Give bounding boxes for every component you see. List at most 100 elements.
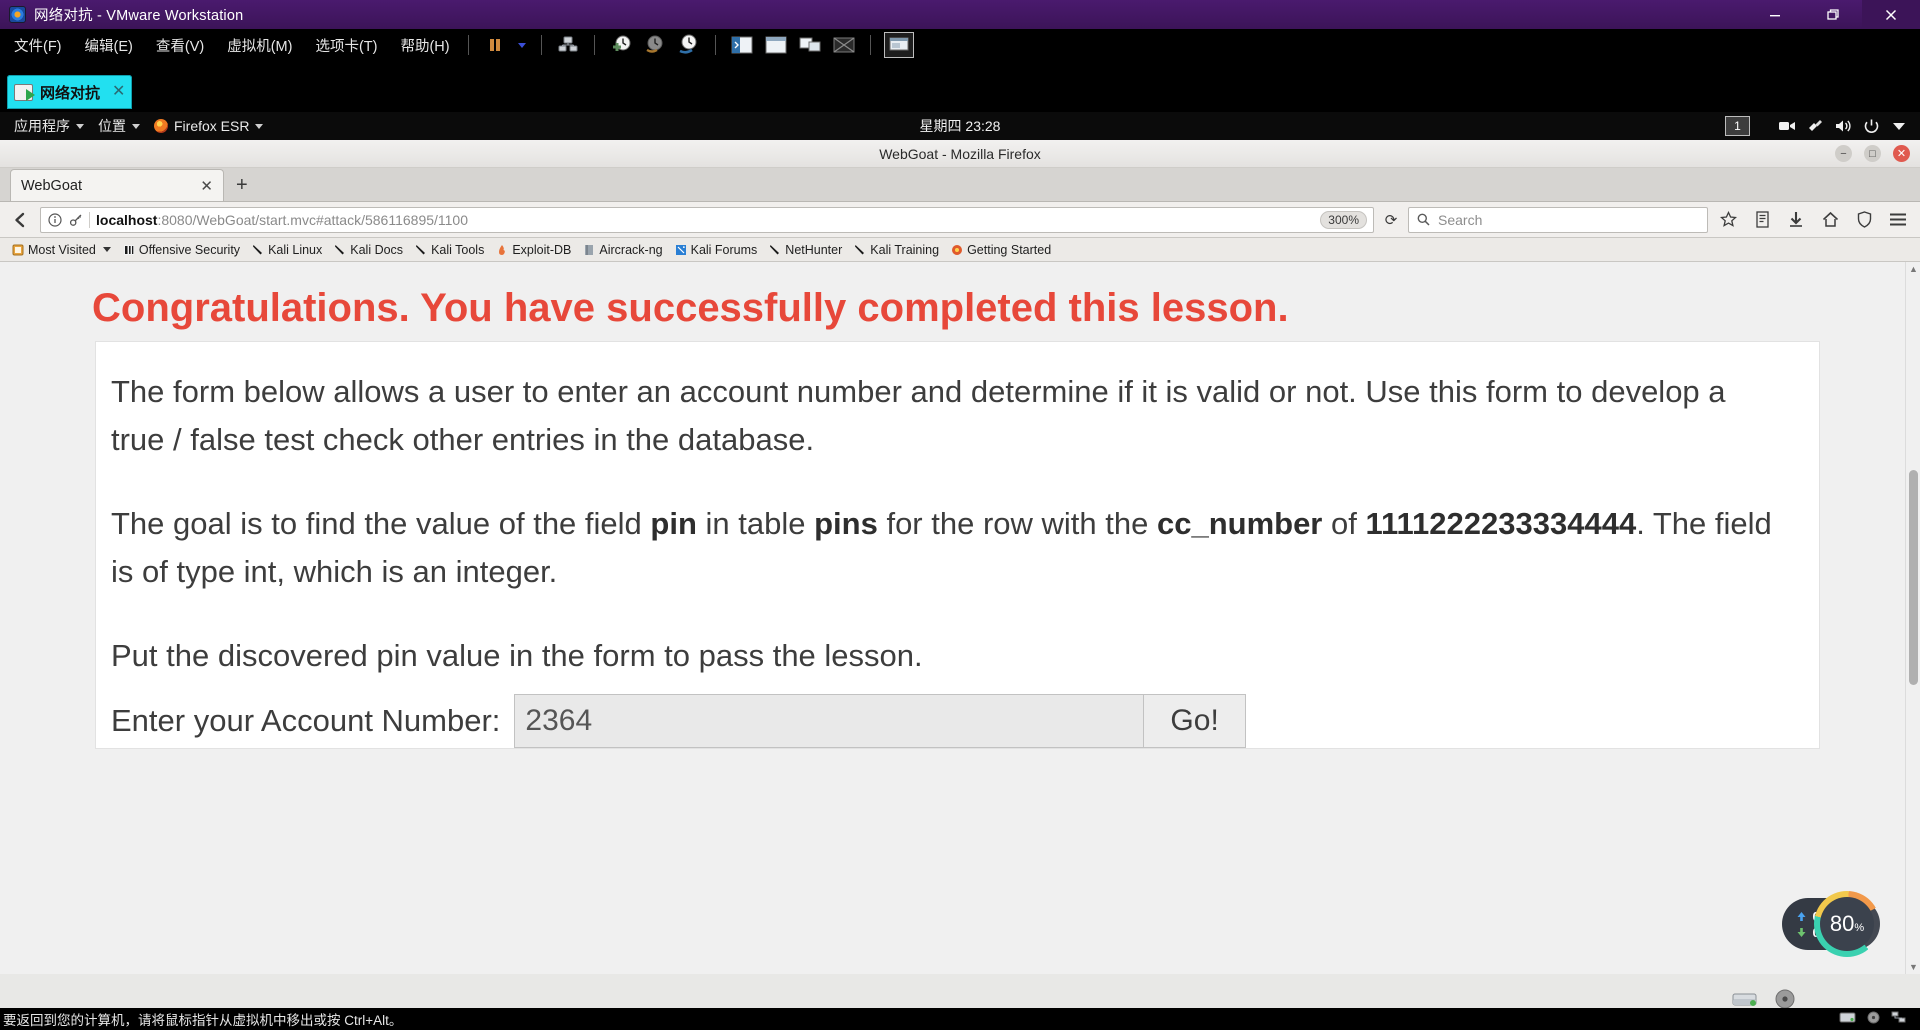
screencast-icon[interactable] [1774, 112, 1800, 140]
ff-maximize-button[interactable]: □ [1864, 145, 1881, 162]
bookmark-label: Exploit-DB [512, 242, 572, 257]
bookmark-aircrack-ng[interactable]: Aircrack-ng [578, 243, 667, 257]
back-button[interactable] [8, 207, 34, 233]
scroll-up-arrow-icon[interactable]: ▲ [1906, 262, 1920, 276]
bookmark-nethunter[interactable]: NetHunter [764, 243, 847, 257]
system-monitor-widget[interactable]: 0K/s 0K/s 80% [1781, 891, 1880, 957]
kali-top-panel: 应用程序 位置 Firefox ESR 星期四 23:28 1 [0, 112, 1920, 140]
page-info-icon[interactable] [47, 212, 62, 227]
lesson-instruction: Put the discovered pin value in the form… [111, 638, 923, 674]
zoom-level-indicator[interactable]: 300% [1320, 210, 1367, 229]
bookmark-kali-forums[interactable]: Kali Forums [670, 243, 763, 257]
url-divider [89, 211, 90, 228]
unity-view-icon[interactable] [729, 32, 755, 58]
status-hard-disk-icon[interactable] [1839, 1011, 1856, 1027]
bookmark-label: Kali Linux [268, 242, 323, 257]
hard-drive-icon[interactable] [1730, 988, 1760, 1010]
places-menu-label: 位置 [98, 118, 126, 134]
suspend-icon[interactable] [482, 32, 508, 58]
minimize-button[interactable] [1746, 0, 1804, 29]
menu-view[interactable]: 查看(V) [147, 35, 213, 56]
aircrack-icon [585, 244, 594, 255]
vmware-statusbar: 要返回到您的计算机，请将鼠标指针从虚拟机中移出或按 Ctrl+Alt。 [0, 1008, 1920, 1030]
account-number-input[interactable] [514, 694, 1145, 749]
page-scrollbar[interactable]: ▲ ▼ [1905, 262, 1920, 974]
bookmark-offensive-security[interactable]: Offensive Security [118, 243, 245, 257]
bookmark-getting-started[interactable]: Getting Started [946, 243, 1056, 257]
ff-minimize-button[interactable]: − [1835, 145, 1852, 162]
bookmark-most-visited[interactable]: Most Visited [7, 243, 116, 257]
applications-menu[interactable]: 应用程序 [7, 112, 91, 140]
firefox-tabbar: WebGoat ✕ + [0, 168, 1920, 202]
cpu-usage-ring: 80% [1814, 891, 1880, 957]
bookmark-label: Kali Docs [350, 242, 404, 257]
goal-mid: in table [696, 506, 815, 542]
kali-dragon-icon [253, 244, 263, 254]
bookmark-kali-docs[interactable]: Kali Docs [329, 243, 408, 257]
chevron-down-icon [132, 123, 140, 129]
upload-arrow-icon [1797, 911, 1806, 921]
power-icon[interactable] [1858, 112, 1884, 140]
scroll-down-arrow-icon[interactable]: ▼ [1906, 960, 1920, 974]
bookmark-label: Aircrack-ng [599, 242, 663, 257]
panel-clock[interactable]: 星期四 23:28 [0, 116, 1920, 136]
snapshot-manager-icon[interactable] [676, 32, 702, 58]
menu-tabs[interactable]: 选项卡(T) [306, 35, 386, 56]
volume-icon[interactable] [1830, 112, 1856, 140]
shield-privacy-icon[interactable] [1850, 207, 1878, 233]
panel-status-area: 1 [1725, 112, 1920, 140]
fullscreen-view-icon[interactable] [763, 32, 789, 58]
workspace-indicator[interactable]: 1 [1725, 116, 1750, 136]
url-bar[interactable]: localhost:8080/WebGoat/start.mvc#attack/… [40, 206, 1374, 233]
bookmark-label: Kali Forums [690, 242, 758, 257]
places-menu[interactable]: 位置 [91, 112, 147, 140]
status-cdrom-icon[interactable] [1866, 1011, 1881, 1027]
hamburger-menu-icon[interactable] [1884, 207, 1912, 233]
menu-help[interactable]: 帮助(H) [391, 35, 458, 56]
virtual-machine-icon [14, 83, 35, 101]
browser-tab-webgoat[interactable]: WebGoat ✕ [10, 169, 224, 201]
go-button[interactable]: Go! [1144, 694, 1246, 749]
snapshot-revert-icon[interactable] [642, 32, 668, 58]
url-host: localhost [96, 211, 158, 228]
search-icon [1416, 212, 1431, 227]
snapshot-take-icon[interactable] [608, 32, 634, 58]
console-view-icon[interactable] [883, 32, 914, 58]
chevron-down-icon [102, 247, 111, 252]
scrollbar-thumb[interactable] [1909, 470, 1918, 685]
status-network-icon[interactable] [1891, 1011, 1906, 1027]
bookmark-kali-linux[interactable]: Kali Linux [247, 243, 327, 257]
vm-tab-close-button[interactable]: ✕ [112, 84, 125, 100]
reload-button[interactable]: ⟳ [1380, 211, 1402, 229]
menu-file[interactable]: 文件(F) [5, 35, 71, 56]
vmware-titlebar: 网络对抗 - VMware Workstation [0, 0, 1920, 29]
restore-button[interactable] [1804, 0, 1862, 29]
stretch-guest-icon[interactable] [831, 32, 857, 58]
bookmark-star-icon[interactable] [1714, 207, 1742, 233]
downloads-icon[interactable] [1782, 207, 1810, 233]
menu-edit[interactable]: 编辑(E) [76, 35, 142, 56]
menu-vm[interactable]: 虚拟机(M) [218, 35, 301, 56]
brightness-icon[interactable] [1802, 112, 1828, 140]
browser-tab-close-button[interactable]: ✕ [200, 177, 213, 195]
bookmark-kali-tools[interactable]: Kali Tools [410, 243, 489, 257]
close-button[interactable] [1862, 0, 1920, 29]
ff-close-button[interactable]: ✕ [1893, 145, 1910, 162]
bookmark-label: Offensive Security [138, 242, 241, 257]
toolbar-divider-2 [540, 35, 542, 55]
bookmark-exploit-db[interactable]: Exploit-DB [491, 243, 576, 257]
home-icon[interactable] [1816, 207, 1844, 233]
new-tab-button[interactable]: + [236, 174, 248, 197]
bookmark-kali-training[interactable]: Kali Training [849, 243, 944, 257]
permissions-key-icon[interactable] [68, 212, 83, 227]
vmware-vm-tabstrip: 网络对抗 ✕ [0, 61, 1920, 116]
power-dropdown-caret-icon[interactable] [516, 32, 528, 58]
vm-tab-network-confrontation[interactable]: 网络对抗 ✕ [7, 75, 133, 109]
firefox-window-menu[interactable]: Firefox ESR [147, 112, 270, 140]
chevron-down-icon[interactable] [1886, 112, 1912, 140]
network-adapter-icon[interactable] [555, 32, 581, 58]
cdrom-icon[interactable] [1770, 988, 1800, 1010]
multi-monitor-icon[interactable] [797, 32, 823, 58]
reader-library-icon[interactable] [1748, 207, 1776, 233]
search-bar[interactable]: Search [1408, 206, 1708, 233]
